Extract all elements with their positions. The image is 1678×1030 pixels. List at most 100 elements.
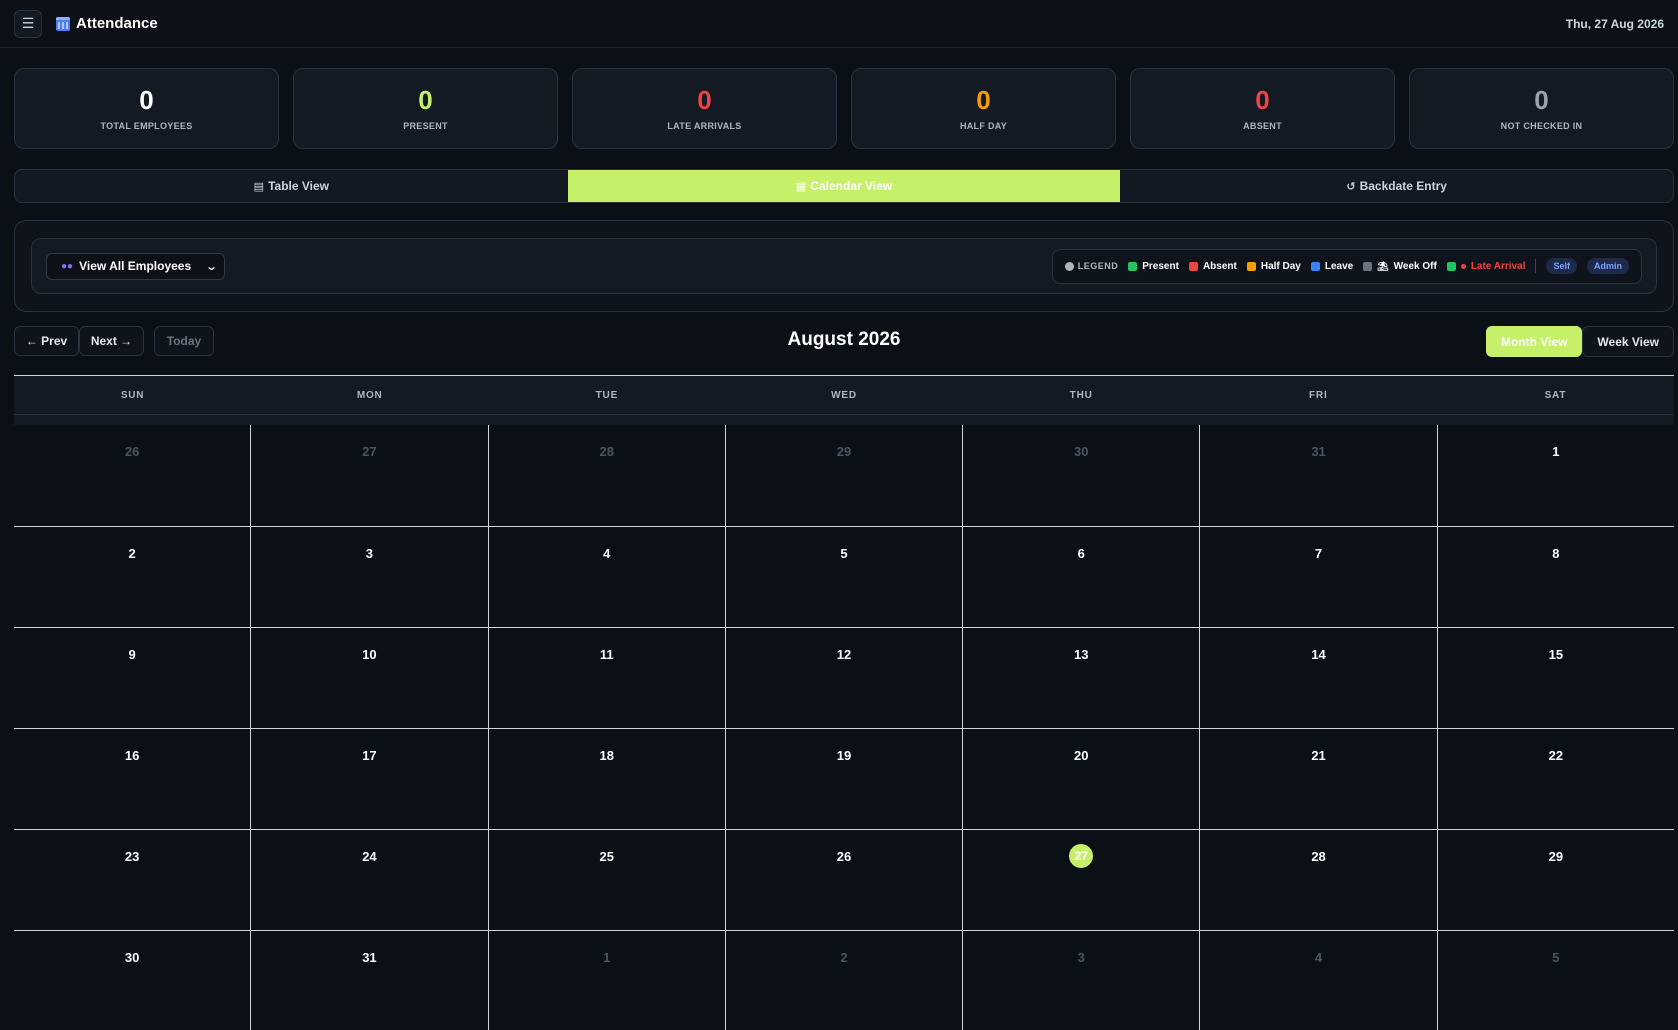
- late-dot-icon: [1460, 263, 1466, 269]
- day-number: 29: [836, 444, 852, 459]
- day-number: 10: [362, 647, 377, 662]
- day-number: 19: [836, 748, 852, 763]
- day-number: 17: [362, 748, 377, 763]
- calendar-day-cell[interactable]: 22: [1436, 729, 1674, 829]
- week-off-swatch: [1363, 261, 1373, 271]
- calendar-day-cell[interactable]: 11: [487, 628, 725, 728]
- calendar-day-cell[interactable]: 18: [487, 729, 725, 829]
- day-number: 28: [599, 444, 614, 459]
- weekday-label: SAT: [1544, 389, 1567, 401]
- employee-select[interactable]: ●● View All Employees ⌄: [46, 252, 226, 280]
- legend-label: Half Day: [1260, 260, 1301, 272]
- month-view-button[interactable]: Month View: [1485, 326, 1583, 357]
- half-day-swatch: [1246, 261, 1256, 271]
- stat-label: LATE ARRIVALS: [667, 120, 742, 131]
- tab-backdate-entry[interactable]: ↺ Backdate Entry: [1120, 170, 1673, 202]
- calendar-day-cell[interactable]: 28: [1199, 830, 1437, 930]
- calendar-day-cell[interactable]: 4: [1199, 931, 1437, 1030]
- week-view-button[interactable]: Week View: [1582, 326, 1674, 357]
- day-number: 25: [599, 849, 614, 864]
- calendar-day-cell[interactable]: 5: [724, 527, 963, 627]
- weekday-label: FRI: [1309, 389, 1328, 401]
- calendar-day-cell[interactable]: 7: [1199, 527, 1437, 627]
- calendar-day-cell[interactable]: 27: [962, 830, 1200, 930]
- filter-bar: ●● View All Employees ⌄ LEGEND Present A…: [31, 238, 1657, 294]
- users-icon: ●●: [61, 260, 74, 272]
- day-number: 30: [124, 950, 140, 965]
- tab-table-view[interactable]: ▤ Table View: [15, 170, 568, 202]
- calendar-week-row: 16 17 18 19 20 21 22: [14, 728, 1674, 829]
- calendar-day-cell[interactable]: 16: [14, 729, 251, 829]
- calendar-week-row: 23 24 25 26 27 28 29: [14, 829, 1674, 930]
- calendar-nav: ← Prev Next → Today August 2026 Month Vi…: [14, 326, 1674, 358]
- hamburger-icon[interactable]: ☰: [14, 9, 42, 38]
- calendar-day-cell[interactable]: 12: [724, 628, 963, 728]
- calendar-day-cell[interactable]: 13: [962, 628, 1200, 728]
- calendar-day-cell[interactable]: 20: [962, 729, 1200, 829]
- day-number: 28: [1311, 849, 1326, 864]
- day-number: 4: [603, 546, 611, 561]
- calendar-day-cell[interactable]: 30: [14, 931, 251, 1030]
- legend-item-absent: Absent: [1188, 261, 1237, 272]
- day-number: 30: [1074, 444, 1089, 459]
- calendar-day-cell[interactable]: 15: [1436, 628, 1674, 728]
- calendar-day-cell[interactable]: 26: [724, 830, 963, 930]
- calendar-day-cell[interactable]: 17: [250, 729, 488, 829]
- stat-value: 0: [139, 84, 154, 115]
- calendar-day-cell[interactable]: 21: [1199, 729, 1437, 829]
- legend-item-late-arrival: Late Arrival: [1446, 260, 1526, 272]
- calendar-day-cell[interactable]: 1: [487, 931, 725, 1030]
- calendar-day-cell[interactable]: 23: [14, 830, 251, 930]
- calendar-day-cell[interactable]: 8: [1436, 527, 1674, 627]
- day-number: 26: [836, 849, 852, 864]
- calendar-day-cell[interactable]: 25: [487, 830, 725, 930]
- calendar-day-cell[interactable]: 14: [1199, 628, 1437, 728]
- calendar-day-cell[interactable]: 6: [962, 527, 1200, 627]
- day-number: 12: [836, 647, 852, 662]
- day-number: 11: [599, 647, 614, 662]
- calendar-day-cell[interactable]: 31: [250, 931, 488, 1030]
- calendar-day-cell[interactable]: 3: [250, 527, 488, 627]
- tab-label: Backdate Entry: [1359, 179, 1447, 193]
- calendar-day-cell[interactable]: 3: [962, 931, 1200, 1030]
- legend-title: LEGEND: [1064, 261, 1119, 271]
- calendar-day-cell[interactable]: 9: [14, 628, 251, 728]
- day-number: 6: [1077, 546, 1085, 561]
- day-number: 7: [1314, 546, 1323, 561]
- stat-card-late-arrivals: 0 LATE ARRIVALS: [572, 68, 837, 149]
- calendar-day-cell[interactable]: 24: [250, 830, 488, 930]
- calendar-day-cell[interactable]: 5: [1436, 931, 1674, 1030]
- tab-calendar-view[interactable]: ▦ Calendar View: [567, 170, 1121, 202]
- weekday-label: SUN: [120, 389, 145, 401]
- calendar-day-cell[interactable]: 28: [487, 425, 725, 526]
- calendar-day-cell[interactable]: 1: [1436, 425, 1674, 526]
- calendar-day-cell[interactable]: 26: [14, 425, 251, 526]
- legend-label: Late Arrival: [1470, 260, 1526, 272]
- calendar-week-row: 2 3 4 5 6 7 8: [14, 526, 1674, 627]
- calendar-day-cell[interactable]: 10: [250, 628, 488, 728]
- day-number: 13: [1074, 647, 1089, 662]
- day-number: 23: [124, 849, 140, 864]
- day-number: 15: [1548, 647, 1564, 662]
- calendar-day-cell[interactable]: 29: [1436, 830, 1674, 930]
- calendar-day-cell[interactable]: 19: [724, 729, 963, 829]
- day-number: 3: [365, 546, 374, 561]
- day-number: 9: [128, 647, 136, 662]
- calendar-day-cell[interactable]: 2: [14, 527, 251, 627]
- day-number: 8: [1552, 546, 1560, 561]
- chevron-down-icon: ⌄: [205, 260, 219, 273]
- calendar-day-cell[interactable]: 31: [1199, 425, 1437, 526]
- stat-value: 0: [418, 84, 433, 115]
- calendar-day-cell[interactable]: 30: [962, 425, 1200, 526]
- calendar-day-cell[interactable]: 29: [724, 425, 963, 526]
- calendar-week-row: 30 31 1 2 3 4 5: [14, 930, 1674, 1030]
- employee-select-value: View All Employees: [79, 259, 192, 273]
- month-title: August 2026: [787, 329, 901, 350]
- stat-card-total-employees: 0 TOTAL EMPLOYEES: [14, 68, 279, 149]
- stat-label: TOTAL EMPLOYEES: [100, 120, 193, 131]
- calendar-day-cell[interactable]: 4: [487, 527, 725, 627]
- day-number: 4: [1314, 950, 1323, 965]
- calendar-day-cell[interactable]: 2: [724, 931, 963, 1030]
- calendar-day-cell[interactable]: 27: [250, 425, 488, 526]
- day-number: 18: [599, 748, 614, 763]
